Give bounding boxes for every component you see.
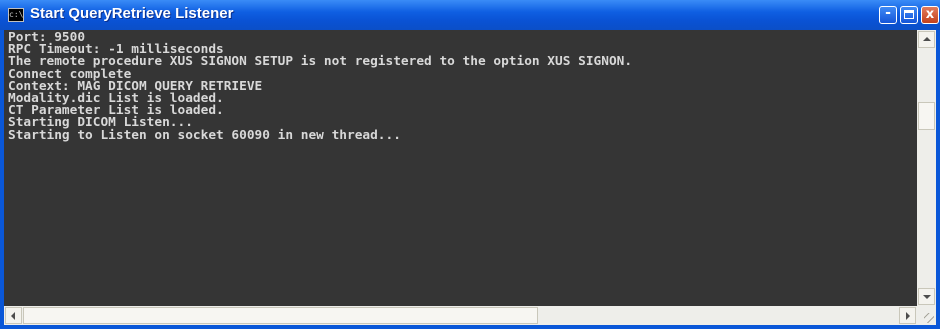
- minimize-button[interactable]: -: [879, 6, 897, 24]
- scroll-down-icon[interactable]: [918, 288, 935, 305]
- maximize-icon: [904, 10, 914, 19]
- vertical-scrollbar[interactable]: [917, 30, 936, 306]
- scroll-right-icon[interactable]: [899, 307, 916, 324]
- title-bar[interactable]: c:\ Start QueryRetrieve Listener - x: [0, 0, 940, 30]
- console-output[interactable]: Port: 9500 RPC Timeout: -1 milliseconds …: [4, 30, 917, 306]
- vertical-scroll-thumb[interactable]: [918, 102, 935, 130]
- console-app-icon[interactable]: c:\: [8, 8, 24, 22]
- maximize-button[interactable]: [900, 6, 918, 24]
- console-line: Starting to Listen on socket 60090 in ne…: [8, 127, 401, 143]
- resize-grip-icon[interactable]: [917, 306, 936, 325]
- window-title: Start QueryRetrieve Listener: [30, 5, 234, 22]
- scroll-up-icon[interactable]: [918, 31, 935, 48]
- horizontal-scrollbar[interactable]: [4, 306, 917, 325]
- scroll-left-icon[interactable]: [5, 307, 22, 324]
- close-button[interactable]: x: [921, 6, 939, 24]
- console-window: c:\ Start QueryRetrieve Listener - x Por…: [0, 0, 940, 329]
- horizontal-scroll-thumb[interactable]: [23, 307, 538, 324]
